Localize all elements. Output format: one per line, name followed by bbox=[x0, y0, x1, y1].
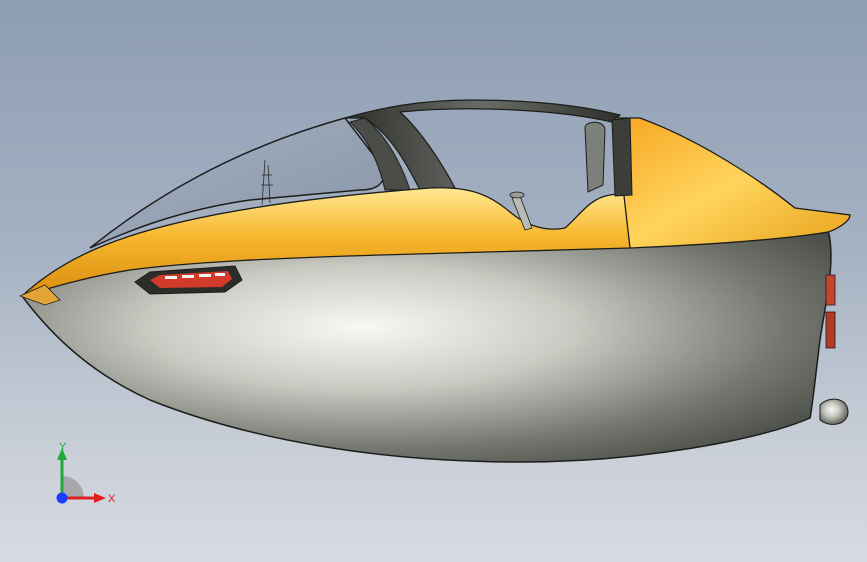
stick-grip bbox=[509, 191, 525, 199]
tail-light-upper bbox=[825, 274, 836, 306]
axis-triad[interactable]: Y X bbox=[48, 440, 118, 510]
tail-light-lower bbox=[825, 311, 836, 349]
rear-nub bbox=[819, 398, 849, 425]
rear-fairing bbox=[614, 117, 851, 249]
x-axis-label: X bbox=[108, 493, 116, 505]
seat-headrest bbox=[584, 121, 606, 193]
rear-post bbox=[611, 117, 633, 197]
y-axis-label: Y bbox=[59, 441, 67, 453]
3d-viewport[interactable]: Y X bbox=[0, 0, 867, 562]
cockpit-pod-model[interactable] bbox=[0, 0, 867, 562]
x-axis-arrow bbox=[94, 493, 106, 503]
z-axis-dot bbox=[56, 492, 68, 504]
